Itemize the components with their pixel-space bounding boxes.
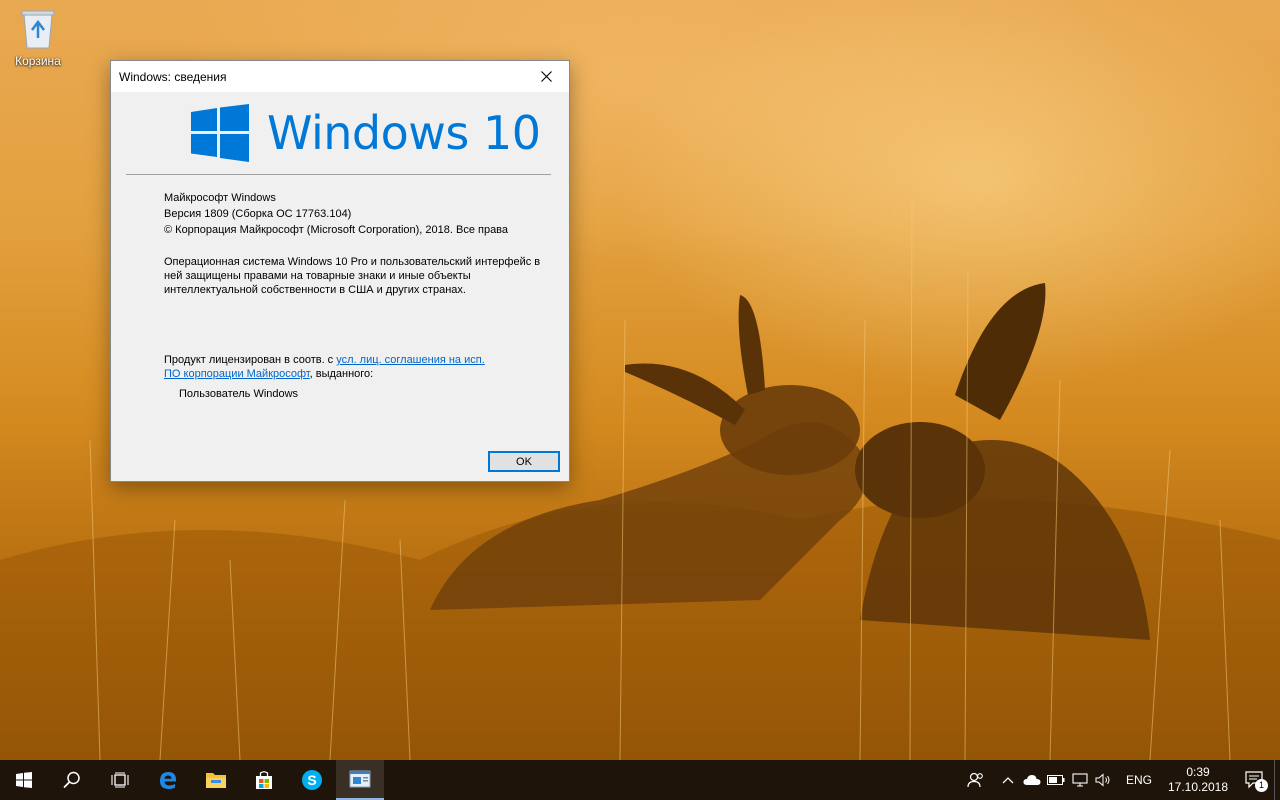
start-icon: [16, 772, 32, 788]
desktop-icon-recycle-bin[interactable]: Корзина: [6, 6, 70, 76]
about-windows-dialog: Windows: сведения Windows 10 Майкрософт …: [110, 60, 570, 482]
input-language[interactable]: ENG: [1116, 773, 1162, 787]
store-button[interactable]: [240, 760, 288, 800]
file-explorer-icon: [206, 773, 226, 788]
dialog-titlebar[interactable]: Windows: сведения: [111, 61, 569, 92]
winver-taskbar-button[interactable]: [336, 760, 384, 800]
onedrive-icon: [1023, 775, 1041, 785]
action-center-button[interactable]: 1: [1234, 760, 1274, 800]
file-explorer-button[interactable]: [192, 760, 240, 800]
close-button[interactable]: [523, 61, 569, 92]
desktop-icon-label: Корзина: [15, 54, 61, 68]
battery-icon: [1046, 775, 1065, 785]
copyright-line: © Корпорация Майкрософт (Microsoft Corpo…: [164, 224, 509, 236]
taskbar: S ENG 0:39 17.10.2018 1: [0, 760, 1280, 800]
edge-button[interactable]: [144, 760, 192, 800]
svg-text:S: S: [307, 772, 316, 788]
ok-button[interactable]: OK: [488, 451, 560, 472]
notification-badge: 1: [1255, 779, 1268, 792]
show-desktop-button[interactable]: [1274, 760, 1280, 800]
skype-icon: S: [302, 770, 322, 790]
people-icon: [967, 772, 983, 788]
license-text: Продукт лицензирован в соотв. с усл. лиц…: [164, 353, 504, 381]
network-button[interactable]: [1068, 760, 1092, 800]
licensed-user: Пользователь Windows: [179, 388, 299, 400]
start-button[interactable]: [0, 760, 48, 800]
onedrive-button[interactable]: [1020, 760, 1044, 800]
edge-icon: [160, 772, 176, 789]
product-name: Майкрософт Windows: [164, 192, 276, 204]
close-icon: [540, 71, 552, 82]
volume-button[interactable]: [1092, 760, 1116, 800]
network-icon: [1072, 773, 1088, 787]
version-info: Майкрософт Windows Версия 1809 (Сборка О…: [164, 190, 508, 238]
task-view-icon: [111, 772, 129, 788]
clock-date: 17.10.2018: [1167, 780, 1229, 794]
skype-button[interactable]: S: [288, 760, 336, 800]
task-view-button[interactable]: [96, 760, 144, 800]
recycle-bin-icon: [21, 10, 55, 49]
store-icon: [256, 771, 272, 789]
dialog-divider: [126, 174, 551, 175]
clock-time: 0:39: [1186, 765, 1210, 779]
chevron-up-icon: [1002, 777, 1014, 784]
windows-10-logo: Windows 10: [191, 104, 541, 162]
search-icon: [63, 771, 80, 789]
people-button[interactable]: [956, 760, 996, 800]
system-tray: ENG 0:39 17.10.2018 1: [956, 760, 1280, 800]
windows-logo-icon: [191, 104, 249, 162]
license-prefix: Продукт лицензирован в соотв. с: [164, 354, 337, 366]
license-suffix: , выданного:: [309, 368, 374, 380]
winver-icon: [349, 770, 371, 788]
show-hidden-icons-button[interactable]: [996, 760, 1020, 800]
speaker-icon: [1095, 773, 1110, 787]
trademark-description: Операционная система Windows 10 Pro и по…: [164, 256, 541, 296]
clock[interactable]: 0:39 17.10.2018: [1162, 765, 1234, 795]
search-button[interactable]: [48, 760, 96, 800]
windows-10-wordmark: Windows 10: [267, 106, 541, 160]
dialog-title: Windows: сведения: [119, 69, 227, 84]
version-line: Версия 1809 (Сборка ОС 17763.104): [164, 208, 352, 220]
battery-button[interactable]: [1044, 760, 1068, 800]
